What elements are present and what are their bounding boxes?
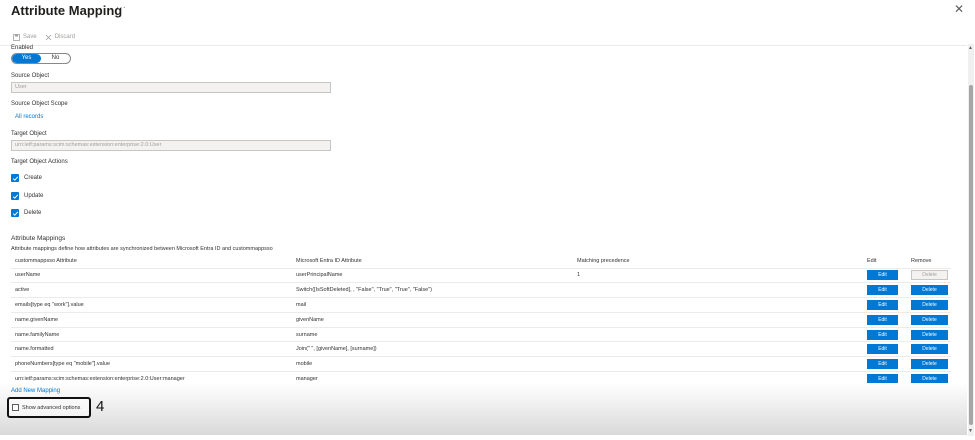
checkmark-icon xyxy=(11,209,19,217)
target-attribute: name.formatted xyxy=(11,341,292,358)
edit-button[interactable]: Edit xyxy=(867,270,898,281)
scroll-up-icon[interactable]: ▲ xyxy=(968,45,973,51)
more-icon[interactable]: ··· xyxy=(116,2,126,13)
target-attribute: name.givenName xyxy=(11,312,292,328)
col-edit: Edit xyxy=(863,254,907,269)
table-row: name.givenName givenName Edit Delete xyxy=(11,312,951,328)
checkmark-icon xyxy=(11,174,19,182)
source-attribute: surname xyxy=(292,327,573,343)
delete-button[interactable]: Delete xyxy=(911,329,948,340)
advanced-label: Show advanced options xyxy=(22,404,81,411)
table-row: active Switch([IsSoftDeleted], , "False"… xyxy=(11,282,951,299)
create-checkbox[interactable]: Create xyxy=(11,174,42,182)
matching-precedence xyxy=(573,327,863,343)
col-remove: Remove xyxy=(907,254,951,269)
target-attribute: userName xyxy=(11,268,292,284)
source-attribute: mobile xyxy=(292,356,573,373)
edit-button[interactable]: Edit xyxy=(867,299,898,310)
command-bar: Save Discard xyxy=(13,31,75,43)
toggle-no[interactable]: No xyxy=(41,54,70,63)
step-marker: 4 xyxy=(96,398,105,415)
advanced-checkbox[interactable] xyxy=(12,404,19,411)
edit-button[interactable]: Edit xyxy=(867,344,898,355)
source-attribute: Switch([IsSoftDeleted], , "False", "True… xyxy=(292,282,573,299)
matching-precedence xyxy=(573,312,863,328)
discard-icon xyxy=(45,34,52,41)
mappings-title: Attribute Mappings xyxy=(11,235,66,242)
create-label: Create xyxy=(24,175,43,181)
source-object-field: User xyxy=(11,82,331,93)
checkmark-icon xyxy=(11,192,19,200)
target-attribute: name.familyName xyxy=(11,327,292,343)
enabled-label: Enabled xyxy=(11,45,34,51)
edit-button[interactable]: Edit xyxy=(867,359,898,370)
add-new-mapping-link[interactable]: Add New Mapping xyxy=(11,388,60,394)
toggle-yes[interactable]: Yes xyxy=(12,54,41,63)
source-object-label: Source Object xyxy=(11,73,50,79)
mappings-table: custommappsso Attribute Microsoft Entra … xyxy=(11,254,951,387)
matching-precedence xyxy=(573,341,863,358)
table-row: userName userPrincipalName 1 Edit Delete xyxy=(11,268,951,284)
matching-precedence xyxy=(573,356,863,373)
delete-button[interactable]: Delete xyxy=(911,344,948,355)
delete-checkbox[interactable]: Delete xyxy=(11,209,41,217)
delete-button[interactable]: Delete xyxy=(911,314,948,325)
delete-button-disabled: Delete xyxy=(911,270,948,281)
save-label: Save xyxy=(23,34,37,40)
delete-button[interactable]: Delete xyxy=(911,299,948,310)
enabled-toggle[interactable]: Yes No xyxy=(11,53,71,64)
table-row: phoneNumbers[type eq "mobile"].value mob… xyxy=(11,356,951,373)
matching-precedence xyxy=(573,297,863,313)
edit-button[interactable]: Edit xyxy=(867,285,898,296)
update-label: Update xyxy=(24,193,44,199)
matching-precedence xyxy=(573,282,863,299)
matching-precedence: 1 xyxy=(573,268,863,284)
target-actions-label: Target Object Actions xyxy=(11,159,68,165)
source-attribute: Join(" ", [givenName], [surname]) xyxy=(292,341,573,358)
header-divider xyxy=(0,45,967,46)
source-attribute: givenName xyxy=(292,312,573,328)
source-attribute: userPrincipalName xyxy=(292,268,573,284)
col-source-attribute: Microsoft Entra ID Attribute xyxy=(292,254,573,269)
save-icon xyxy=(13,33,20,41)
delete-label: Delete xyxy=(24,210,42,216)
source-scope-label: Source Object Scope xyxy=(11,101,68,107)
close-icon[interactable]: ✕ xyxy=(954,2,964,16)
update-checkbox[interactable]: Update xyxy=(11,192,43,200)
edit-button[interactable]: Edit xyxy=(867,329,898,340)
table-row: name.familyName surname Edit Delete xyxy=(11,327,951,343)
target-object-label: Target Object xyxy=(11,131,47,137)
source-scope-link[interactable]: All records xyxy=(15,114,43,120)
scrollbar-thumb[interactable] xyxy=(969,85,973,425)
table-row: emails[type eq "work"].value mail Edit D… xyxy=(11,297,951,313)
save-button[interactable]: Save xyxy=(13,33,37,41)
page-title: Attribute Mapping xyxy=(11,3,123,18)
delete-button[interactable]: Delete xyxy=(911,285,948,296)
table-header-row: custommappsso Attribute Microsoft Entra … xyxy=(11,254,951,269)
col-matching-precedence: Matching precedence xyxy=(573,254,863,269)
target-attribute: active xyxy=(11,282,292,299)
edit-button[interactable]: Edit xyxy=(867,314,898,325)
table-row: name.formatted Join(" ", [givenName], [s… xyxy=(11,341,951,358)
target-attribute: phoneNumbers[type eq "mobile"].value xyxy=(11,356,292,373)
target-attribute: emails[type eq "work"].value xyxy=(11,297,292,313)
show-advanced-options[interactable]: Show advanced options xyxy=(7,397,91,418)
scroll-down-icon[interactable]: ▼ xyxy=(968,428,973,434)
delete-button[interactable]: Delete xyxy=(911,359,948,370)
mappings-description: Attribute mappings define how attributes… xyxy=(11,246,273,252)
col-target-attribute: custommappsso Attribute xyxy=(11,254,292,269)
discard-label: Discard xyxy=(54,34,76,40)
source-attribute: mail xyxy=(292,297,573,313)
discard-button[interactable]: Discard xyxy=(45,34,75,41)
footer-overlay xyxy=(0,383,967,435)
target-object-field: urn:ietf:params:scim:schemas:extension:e… xyxy=(11,140,331,151)
